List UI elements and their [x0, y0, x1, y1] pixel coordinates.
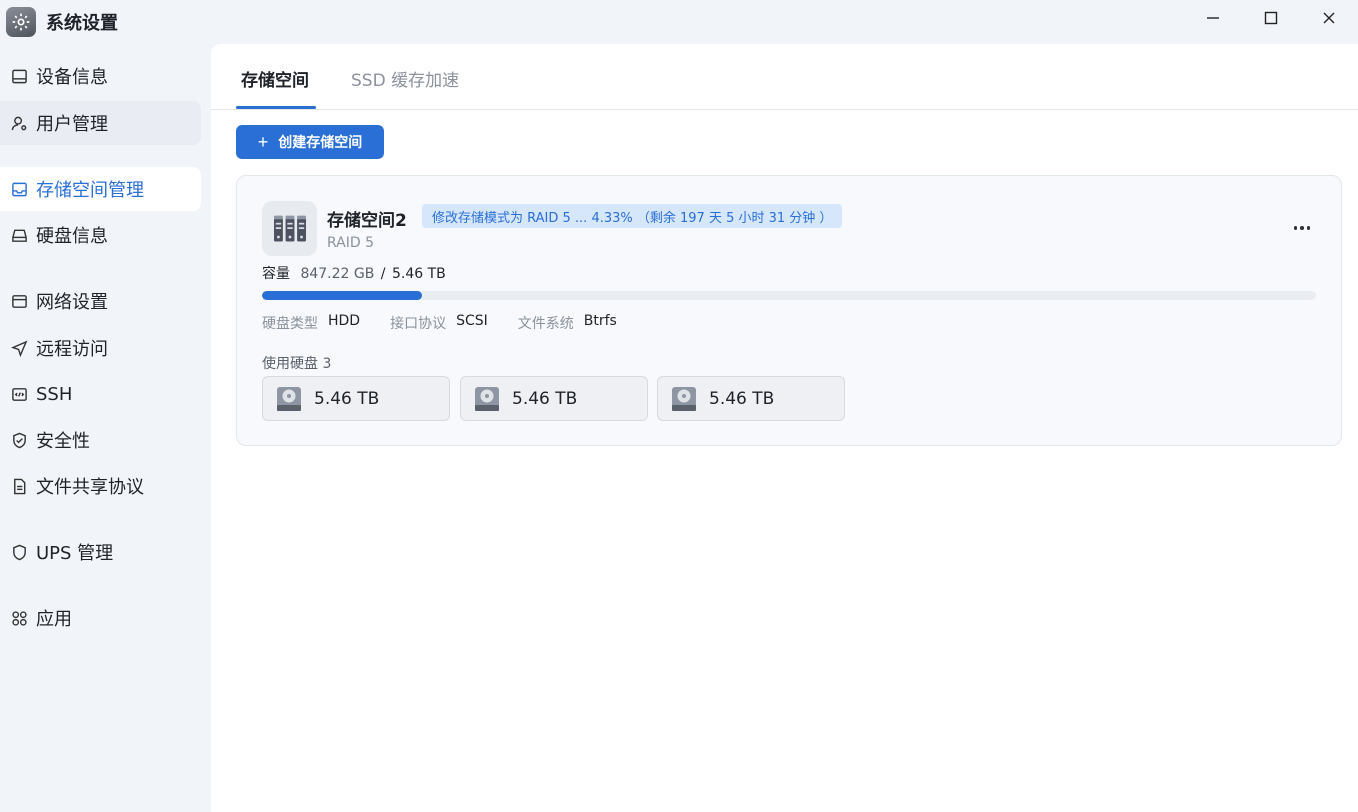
interface-value: SCSI [456, 313, 488, 329]
hdd-icon [475, 386, 499, 411]
capacity-progress-bar [262, 291, 1316, 300]
sidebar-item-remote-access[interactable]: 远程访问 [0, 326, 201, 370]
sidebar-item-label: 用户管理 [36, 114, 108, 135]
sidebar-item-device-info[interactable]: 设备信息 [0, 54, 201, 98]
sidebar-item-label: 存储空间管理 [36, 180, 144, 201]
tab-storage-space[interactable]: 存储空间 [241, 66, 309, 91]
network-icon [0, 293, 36, 310]
sidebar-item-apps[interactable]: 应用 [0, 596, 201, 640]
hdd-icon [277, 386, 301, 411]
disk-size: 5.46 TB [709, 388, 775, 409]
storage-name: 存储空间2 [327, 211, 407, 231]
sidebar-item-ups-management[interactable]: UPS 管理 [0, 530, 201, 574]
device-icon [0, 68, 36, 85]
sidebar-item-label: SSH [36, 383, 73, 405]
capacity-total: 5.46 TB [391, 266, 446, 282]
disks-used-label: 使用硬盘 3 [262, 356, 332, 372]
disk-item[interactable]: 5.46 TB [460, 376, 648, 421]
document-icon [0, 478, 36, 495]
filesystem-label: 文件系统 [517, 316, 574, 332]
create-storage-label: 创建存储空间 [278, 134, 363, 150]
sidebar-item-disk-info[interactable]: 硬盘信息 [0, 213, 201, 257]
create-storage-button[interactable]: + 创建存储空间 [236, 125, 384, 159]
sidebar-item-label: 设备信息 [36, 67, 108, 88]
shield-check-icon [0, 432, 36, 449]
status-badge: 修改存储模式为 RAID 5 ... 4.33% （剩余 197 天 5 小时 … [422, 204, 843, 228]
sidebar-item-label: 网络设置 [36, 292, 108, 313]
disk-size: 5.46 TB [314, 388, 380, 409]
raid-level: RAID 5 [327, 235, 375, 251]
close-icon [1323, 12, 1335, 24]
disk-item[interactable]: 5.46 TB [262, 376, 450, 421]
sidebar-item-label: 安全性 [36, 431, 90, 452]
storage-card: 存储空间2 修改存储模式为 RAID 5 ... 4.33% （剩余 197 天… [236, 175, 1342, 446]
sidebar-item-label: 硬盘信息 [36, 226, 108, 247]
tab-ssd-cache[interactable]: SSD 缓存加速 [351, 66, 459, 91]
minimize-button[interactable] [1184, 0, 1242, 36]
disk-type-label: 硬盘类型 [262, 316, 318, 332]
title-bar: 系统设置 [0, 0, 1358, 44]
sidebar-item-storage-management[interactable]: 存储空间管理 [0, 167, 201, 211]
sidebar-item-label: 应用 [36, 609, 72, 630]
sidebar-item-file-sharing[interactable]: 文件共享协议 [0, 464, 201, 508]
active-tab-indicator [236, 106, 316, 109]
sidebar-item-label: UPS 管理 [36, 543, 114, 564]
window-title: 系统设置 [46, 13, 118, 34]
user-gear-icon [0, 115, 36, 132]
more-dot-icon [1306, 226, 1311, 230]
minimize-icon [1207, 17, 1219, 19]
disk-icon [0, 227, 36, 244]
capacity-label: 容量 [262, 266, 290, 282]
sidebar-item-ssh[interactable]: SSH [0, 372, 201, 416]
remote-access-icon [0, 340, 36, 357]
sidebar-item-network-settings[interactable]: 网络设置 [0, 279, 201, 323]
storage-info-row: 硬盘类型 HDD 接口协议 SCSI 文件系统 Btrfs [262, 313, 647, 333]
interface-label: 接口协议 [390, 316, 447, 332]
filesystem-value: Btrfs [583, 313, 617, 329]
server-rack-icon [262, 201, 317, 256]
gear-icon [6, 7, 36, 37]
sidebar-item-label: 文件共享协议 [36, 477, 144, 498]
capacity-progress-fill [262, 291, 423, 300]
sidebar-item-label: 远程访问 [36, 339, 108, 360]
more-dot-icon [1293, 226, 1298, 230]
plus-icon: + [257, 131, 269, 152]
sidebar-item-security[interactable]: 安全性 [0, 418, 201, 462]
disk-type-value: HDD [328, 313, 361, 329]
more-options-button[interactable] [1290, 216, 1314, 240]
shield-icon [0, 544, 36, 561]
disk-size: 5.46 TB [512, 388, 578, 409]
more-dot-icon [1300, 226, 1304, 230]
tab-bar: 存储空间 SSD 缓存加速 [211, 44, 1358, 110]
code-icon [0, 386, 36, 403]
main-panel: 存储空间 SSD 缓存加速 + 创建存储空间 存储空间2 修改存储模式为 RAI… [211, 44, 1358, 812]
window-controls [1184, 0, 1358, 36]
maximize-button[interactable] [1242, 0, 1300, 36]
capacity-row: 容量 847.22 GB / 5.46 TB [262, 263, 446, 283]
apps-icon [0, 610, 36, 627]
disk-item[interactable]: 5.46 TB [657, 376, 845, 421]
capacity-used: 847.22 GB [300, 266, 375, 282]
capacity-separator: / [380, 266, 390, 282]
hdd-icon [672, 386, 696, 411]
close-button[interactable] [1300, 0, 1358, 36]
maximize-icon [1264, 11, 1278, 25]
storage-icon [0, 181, 36, 198]
sidebar-item-user-management[interactable]: 用户管理 [0, 101, 201, 145]
